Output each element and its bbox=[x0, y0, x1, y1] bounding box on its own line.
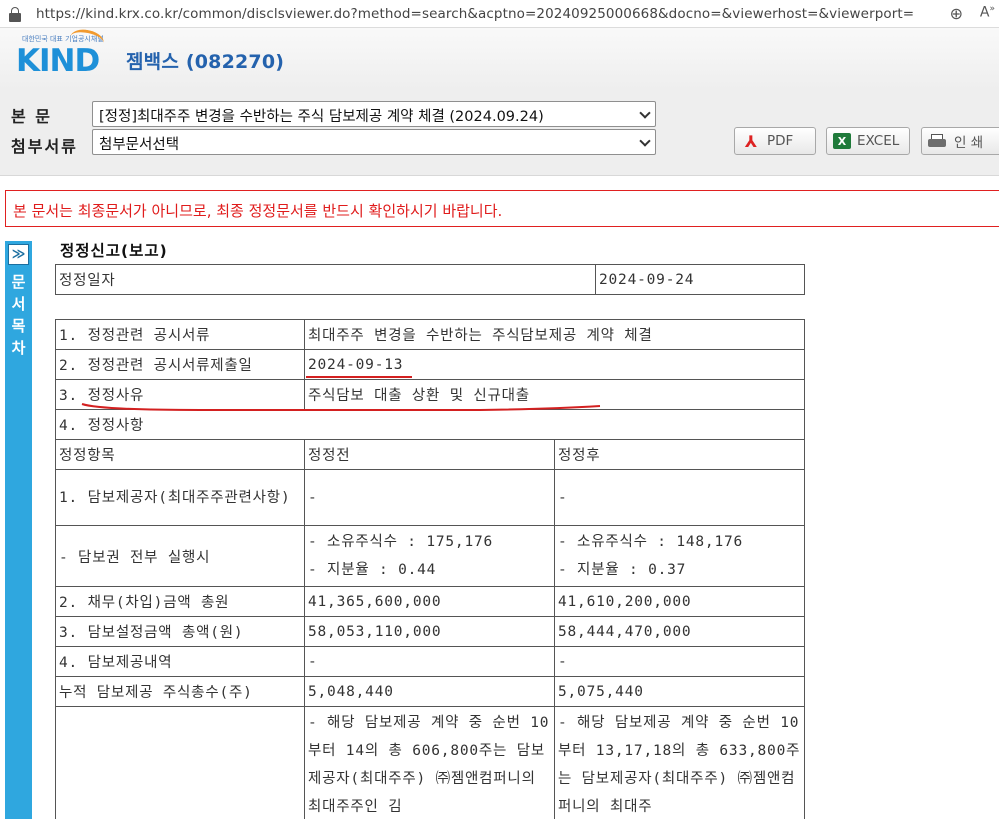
before-cell: - 해당 담보제공 계약 중 순번 10부터 14의 총 606,800주는 담… bbox=[304, 706, 555, 819]
toc-label: 문서목차 bbox=[11, 273, 26, 357]
before-cell: - 소유주식수 : 175,176 - 지분율 : 0.44 bbox=[304, 525, 555, 587]
after-cell: 58,444,470,000 bbox=[554, 616, 805, 647]
correction-details-table: 1. 정정관련 공시서류 최대주주 변경을 수반하는 주식담보제공 계약 체결 … bbox=[55, 319, 805, 819]
red-underline bbox=[306, 376, 412, 378]
table-row: 2. 채무(차입)금액 총원 41,365,600,000 41,610,200… bbox=[55, 586, 805, 617]
table-row: 정정일자 2024-09-24 bbox=[55, 264, 805, 295]
after-cell: - 소유주식수 : 148,176 - 지분율 : 0.37 bbox=[554, 525, 805, 587]
before-cell: 58,053,110,000 bbox=[304, 616, 555, 647]
toc-sidebar[interactable]: ≫ 문서목차 bbox=[5, 241, 32, 819]
column-header-before: 정정전 bbox=[304, 439, 555, 470]
kind-logo[interactable]: 대한민국 대표 기업공시채널 KIND bbox=[16, 26, 106, 79]
table-row: 2. 정정관련 공시서류제출일 2024-09-13 bbox=[55, 349, 805, 380]
after-cell: - bbox=[554, 646, 805, 677]
item-cell: 1. 담보제공자(최대주주관련사항) bbox=[55, 469, 305, 526]
expand-toc-icon[interactable]: ≫ bbox=[8, 244, 29, 265]
table-row: - 담보권 전부 실행시 - 소유주식수 : 175,176 - 지분율 : 0… bbox=[55, 525, 805, 587]
after-cell: - bbox=[554, 469, 805, 526]
document-title: 정정신고(보고) bbox=[60, 242, 168, 260]
table-row: 4. 정정사항 bbox=[55, 409, 805, 440]
table-row: - 해당 담보제공 계약 중 순번 10부터 14의 총 606,800주는 담… bbox=[55, 706, 805, 819]
table-row: 3. 담보설정금액 총액(원) 58,053,110,000 58,444,47… bbox=[55, 616, 805, 647]
main-doc-label: 본 문 bbox=[11, 107, 53, 126]
before-cell: 41,365,600,000 bbox=[304, 586, 555, 617]
zoom-icon[interactable]: ⊕ bbox=[950, 4, 963, 23]
item-cell: 누적 담보제공 주식총수(주) bbox=[55, 676, 305, 707]
excel-icon: X bbox=[833, 133, 851, 149]
item-cell: 2. 채무(차입)금액 총원 bbox=[55, 586, 305, 617]
row1-label: 1. 정정관련 공시서류 bbox=[55, 319, 305, 350]
before-cell: - bbox=[304, 646, 555, 677]
pdf-button[interactable]: ⅄ PDF bbox=[734, 127, 816, 155]
row2-value: 2024-09-13 bbox=[304, 349, 805, 380]
table-header-row: 정정항목 정정전 정정후 bbox=[55, 439, 805, 470]
after-cell: 41,610,200,000 bbox=[554, 586, 805, 617]
attachment-select[interactable]: 첨부문서선택 bbox=[92, 129, 656, 155]
after-cell: 5,075,440 bbox=[554, 676, 805, 707]
item-cell: 4. 담보제공내역 bbox=[55, 646, 305, 677]
column-header-item: 정정항목 bbox=[55, 439, 305, 470]
table-row: 4. 담보제공내역 - - bbox=[55, 646, 805, 677]
attachment-label: 첨부서류 bbox=[11, 137, 78, 156]
chevron-down-icon bbox=[639, 135, 651, 147]
address-bar[interactable]: https://kind.krx.co.kr/common/disclsview… bbox=[0, 0, 999, 28]
company-name: 젬백스 (082270) bbox=[126, 51, 285, 73]
excel-button[interactable]: X EXCEL bbox=[826, 127, 910, 155]
item-cell: - 담보권 전부 실행시 bbox=[55, 525, 305, 587]
before-cell: - bbox=[304, 469, 555, 526]
document-controls: 본 문 [정정]최대주주 변경을 수반하는 주식 담보제공 계약 체결 (202… bbox=[0, 90, 999, 176]
table-row: 누적 담보제공 주식총수(주) 5,048,440 5,075,440 bbox=[55, 676, 805, 707]
main-doc-select[interactable]: [정정]최대주주 변경을 수반하는 주식 담보제공 계약 체결 (2024.09… bbox=[92, 101, 656, 127]
item-cell: 3. 담보설정금액 총액(원) bbox=[55, 616, 305, 647]
printer-icon bbox=[928, 132, 948, 150]
logo-text: KIND bbox=[16, 43, 100, 79]
correction-date-table: 정정일자 2024-09-24 bbox=[55, 264, 805, 295]
read-aloud-icon[interactable]: A» bbox=[980, 4, 995, 21]
url-text[interactable]: https://kind.krx.co.kr/common/disclsview… bbox=[36, 6, 914, 22]
after-cell: - 해당 담보제공 계약 중 순번 10부터 13,17,18의 총 633,8… bbox=[554, 706, 805, 819]
table-row: 1. 담보제공자(최대주주관련사항) - - bbox=[55, 469, 805, 526]
pdf-icon: ⅄ bbox=[744, 131, 758, 151]
warning-banner: 본 문서는 최종문서가 아니므로, 최종 정정문서를 반드시 확인하시기 바랍니… bbox=[5, 190, 999, 227]
date-label: 정정일자 bbox=[55, 264, 596, 295]
print-button[interactable]: 인 쇄 bbox=[921, 127, 999, 155]
row2-label: 2. 정정관련 공시서류제출일 bbox=[55, 349, 305, 380]
item-cell bbox=[55, 706, 305, 819]
chevron-down-icon bbox=[639, 107, 651, 119]
lock-icon bbox=[8, 6, 22, 22]
before-cell: 5,048,440 bbox=[304, 676, 555, 707]
row1-value: 최대주주 변경을 수반하는 주식담보제공 계약 체결 bbox=[304, 319, 805, 350]
column-header-after: 정정후 bbox=[554, 439, 805, 470]
red-underline-curve bbox=[81, 403, 601, 411]
row4-label: 4. 정정사항 bbox=[55, 409, 805, 440]
date-value: 2024-09-24 bbox=[595, 264, 805, 295]
table-row: 1. 정정관련 공시서류 최대주주 변경을 수반하는 주식담보제공 계약 체결 bbox=[55, 319, 805, 350]
